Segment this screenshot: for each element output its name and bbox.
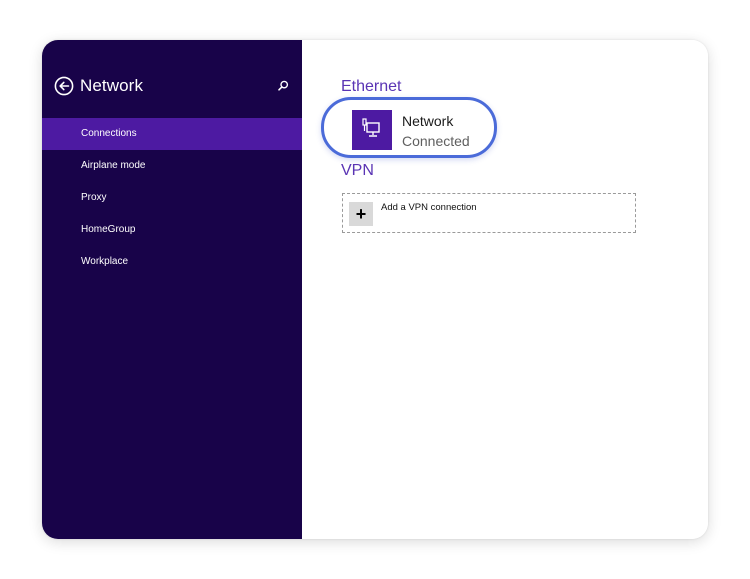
settings-window: Network Connections Airplane mode Proxy … xyxy=(42,40,708,539)
ethernet-heading: Ethernet xyxy=(341,78,402,95)
network-status: Connected xyxy=(402,133,470,149)
vpn-heading: VPN xyxy=(341,162,374,179)
add-vpn-label: Add a VPN connection xyxy=(381,202,477,213)
back-arrow-icon[interactable] xyxy=(54,76,74,96)
ethernet-icon xyxy=(352,110,392,150)
add-vpn-connection-button[interactable]: + Add a VPN connection xyxy=(342,193,636,233)
sidebar: Network Connections Airplane mode Proxy … xyxy=(42,40,302,539)
main-content: Ethernet Network Connected VPN + Add a V… xyxy=(302,40,708,539)
sidebar-item-connections[interactable]: Connections xyxy=(42,118,302,150)
sidebar-header: Network xyxy=(42,40,302,110)
sidebar-item-workplace[interactable]: Workplace xyxy=(42,246,302,278)
plus-icon: + xyxy=(349,202,373,226)
sidebar-title: Network xyxy=(80,76,144,95)
sidebar-nav: Connections Airplane mode Proxy HomeGrou… xyxy=(42,118,302,278)
sidebar-item-airplane-mode[interactable]: Airplane mode xyxy=(42,150,302,182)
network-name: Network xyxy=(402,113,454,129)
sidebar-item-homegroup[interactable]: HomeGroup xyxy=(42,214,302,246)
search-icon[interactable] xyxy=(275,78,291,94)
network-connection-tile[interactable]: Network Connected xyxy=(352,110,502,152)
sidebar-item-proxy[interactable]: Proxy xyxy=(42,182,302,214)
